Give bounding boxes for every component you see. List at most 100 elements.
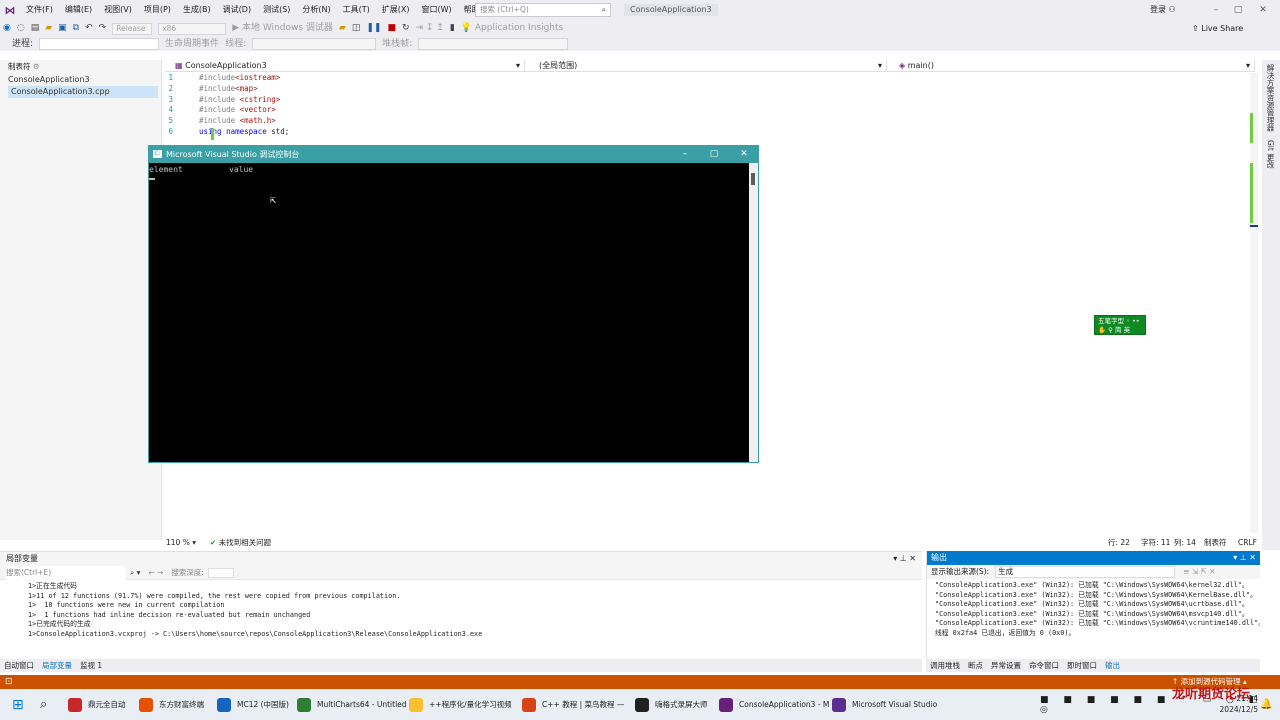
menu-tools[interactable]: 工具(T)	[337, 0, 376, 20]
minimize-icon[interactable]: –	[1205, 0, 1227, 20]
menu-window[interactable]: 窗口(W)	[416, 0, 458, 20]
new-project-icon[interactable]: ▤	[28, 20, 43, 37]
locals-title: 局部变量	[6, 554, 38, 563]
live-share-button[interactable]: ⇪ Live Share	[1192, 20, 1243, 37]
platform-select[interactable]: x86	[158, 22, 227, 35]
output-line: "ConsoleApplication3.exe" (Win32): 已加载 "…	[935, 619, 1260, 627]
open-folder-icon[interactable]: ▰	[42, 20, 55, 37]
taskbar-app[interactable]: 东方财富终端	[139, 689, 204, 720]
tab-locals[interactable]: 局部变量	[38, 659, 76, 672]
output-source-bar: 显示输出来源(S): 生成 ≡ ⇲ ⇱ ✕	[927, 565, 1260, 579]
output-panel: 输出 ▾ ⊥ ✕ 显示输出来源(S): 生成 ≡ ⇲ ⇱ ✕ "ConsoleA…	[926, 551, 1260, 659]
taskbar-app[interactable]: ++程序化/量化学习视频	[409, 689, 512, 720]
taskbar-app[interactable]: ConsoleApplication3 - M	[719, 689, 829, 720]
step-over-icon[interactable]: ⇥ ↧ ↥	[413, 20, 447, 37]
menu-test[interactable]: 测试(S)	[257, 0, 296, 20]
undo-icon[interactable]: ↶	[82, 20, 96, 37]
output-tools-icon[interactable]: ≡ ⇲ ⇱ ✕	[1183, 565, 1215, 579]
taskbar-app[interactable]: C++ 教程 | 菜鸟教程 —	[522, 689, 624, 720]
tab-watch-1[interactable]: 监视 1	[76, 659, 106, 672]
login-link[interactable]: 登录 ⚇	[1150, 0, 1176, 20]
tab-autos[interactable]: 自动窗口	[0, 659, 38, 672]
solution-explorer-icon[interactable]: ▰	[336, 20, 349, 37]
editor-status-bar: 110 % ▾ ✔ 未找到相关问题 行: 22 字符: 11 列: 14 制表符…	[162, 535, 1257, 549]
save-icon[interactable]: ▣	[55, 20, 70, 37]
nav-arrows-icon[interactable]: ← →	[144, 566, 167, 580]
menu-debug[interactable]: 调试(D)	[217, 0, 257, 20]
search-input[interactable]: 搜索 (Ctrl+Q) ⌕	[475, 3, 611, 17]
console-maximize-icon[interactable]: ▢	[702, 146, 726, 163]
tab-command-window[interactable]: 命令窗口	[1025, 659, 1063, 672]
locals-search-input[interactable]: 搜索(Ctrl+E)	[6, 565, 126, 580]
tab-breakpoints[interactable]: 断点	[964, 659, 987, 672]
console-minimize-icon[interactable]: –	[673, 146, 697, 163]
bookmark-icon[interactable]: ▮	[447, 20, 458, 37]
menu-edit[interactable]: 编辑(E)	[59, 0, 98, 20]
console-close-icon[interactable]: ✕	[732, 146, 756, 163]
screenshot-icon[interactable]: ◫	[349, 20, 364, 37]
lifecycle-label[interactable]: 生命周期事件	[162, 36, 222, 53]
tab-exception-settings[interactable]: 异常设置	[987, 659, 1025, 672]
menu-extensions[interactable]: 扩展(X)	[376, 0, 416, 20]
output-line: "ConsoleApplication3.exe" (Win32): 已加载 "…	[935, 581, 1249, 589]
console-output[interactable]: element value ⇱	[149, 163, 749, 462]
solution-name: ConsoleApplication3	[624, 4, 718, 16]
search-placeholder: 搜索 (Ctrl+Q)	[480, 5, 529, 14]
editor-scrollbar[interactable]	[1250, 73, 1258, 533]
taskbar-app[interactable]: 鼎元全自动	[68, 689, 126, 720]
notification-icon[interactable]: 🔔	[1260, 689, 1272, 720]
output-source-select[interactable]: 生成	[995, 566, 1176, 578]
back-icon[interactable]: ◉	[0, 20, 14, 37]
stop-icon[interactable]: ■	[384, 20, 399, 37]
panel-pin-close-icon[interactable]: ▾ ⊥ ✕	[1233, 551, 1256, 565]
start-debugging-button[interactable]: ▶ 本地 Windows 调试器	[229, 20, 336, 37]
git-changes-tab[interactable]: Git 更改	[1262, 136, 1279, 172]
standard-toolbar: ◉ ◌ ▤ ▰ ▣ ⧉ ↶ ↷ Release x86 ▶ 本地 Windows…	[0, 20, 1280, 37]
tab-item-project[interactable]: ConsoleApplication3	[0, 74, 161, 86]
zoom-select[interactable]: 110 % ▾	[162, 538, 196, 547]
redo-icon[interactable]: ↷	[96, 20, 110, 37]
restart-icon[interactable]: ↻	[399, 20, 413, 37]
search-depth-select[interactable]	[207, 567, 234, 578]
scope-combo[interactable]: (全局范围) ▾	[527, 60, 887, 72]
configuration-select[interactable]: Release	[112, 22, 153, 35]
close-icon[interactable]: ✕	[1252, 0, 1274, 20]
taskbar-app[interactable]: 嗨格式录屏大师	[635, 689, 708, 720]
menu-file[interactable]: 文件(F)	[20, 0, 59, 20]
tab-output[interactable]: 输出	[1101, 659, 1124, 672]
project-combo[interactable]: ▦ ConsoleApplication3 ▾	[165, 60, 525, 72]
thread-select[interactable]	[252, 38, 377, 50]
menu-analyze[interactable]: 分析(N)	[296, 0, 336, 20]
search-icon[interactable]: ⌕	[40, 689, 47, 720]
tab-immediate-window[interactable]: 即时窗口	[1063, 659, 1101, 672]
taskbar-app[interactable]: Microsoft Visual Studio	[832, 689, 937, 720]
locals-search-bar[interactable]: 搜索(Ctrl+E) ⌕ ▾ ← → 搜索深度:	[0, 565, 922, 580]
visual-studio-logo-icon[interactable]: ⋈	[0, 0, 20, 20]
tab-item-cpp-file[interactable]: ConsoleApplication3.cpp	[8, 86, 158, 98]
process-select[interactable]	[39, 38, 160, 50]
line-ending[interactable]: CRLF	[1238, 538, 1257, 547]
tab-call-stack[interactable]: 调用堆栈	[926, 659, 964, 672]
function-combo[interactable]: ◈ main() ▾	[889, 60, 1255, 72]
debug-console-window[interactable]: C: Microsoft Visual Studio 调试控制台 – ▢ ✕ e…	[148, 145, 759, 463]
start-button[interactable]: ⊞	[12, 689, 24, 720]
pause-icon[interactable]: ❚❚	[363, 20, 384, 37]
menu-view[interactable]: 视图(V)	[98, 0, 138, 20]
stack-frame-select[interactable]	[418, 38, 569, 50]
save-all-icon[interactable]: ⧉	[70, 20, 82, 37]
menu-project[interactable]: 项目(P)	[138, 0, 177, 20]
forward-icon[interactable]: ◌	[14, 20, 28, 37]
insights-button[interactable]: 💡 Application Insights	[458, 20, 566, 37]
output-header: 输出 ▾ ⊥ ✕	[927, 551, 1260, 565]
taskbar-app[interactable]: MC12 (中国版)	[217, 689, 289, 720]
indent-mode[interactable]: 制表符	[1204, 537, 1227, 548]
taskbar-app[interactable]: MultiCharts64 - Untitled	[297, 689, 407, 720]
solution-explorer-tab[interactable]: 解决方案资源管理器	[1262, 60, 1279, 136]
panel-pin-close-icon[interactable]: ▾ ⊥ ✕	[893, 552, 916, 566]
console-scrollbar[interactable]	[749, 163, 758, 462]
issues-indicator[interactable]: ✔ 未找到相关问题	[196, 537, 271, 548]
maximize-icon[interactable]: ▢	[1227, 0, 1249, 20]
console-title-bar[interactable]: C: Microsoft Visual Studio 调试控制台 – ▢ ✕	[149, 146, 758, 163]
menu-build[interactable]: 生成(B)	[177, 0, 217, 20]
ime-status-widget[interactable]: 五笔字型 ◦ •• ✋ ⚲ 简 英	[1094, 315, 1146, 335]
